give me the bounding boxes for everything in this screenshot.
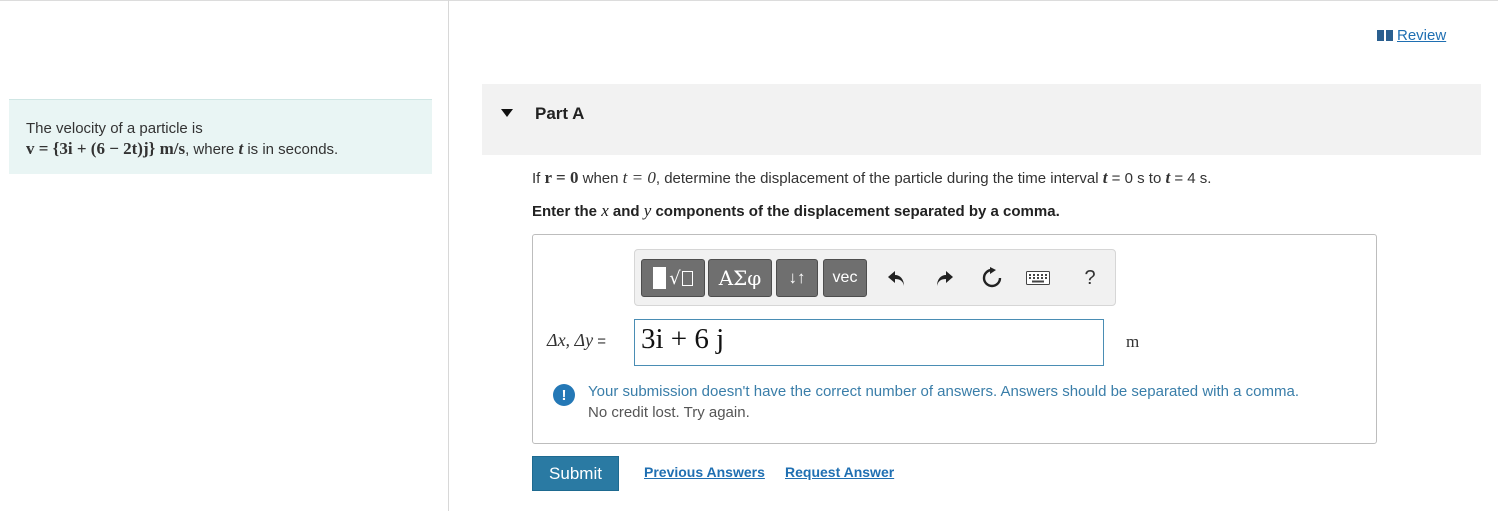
redo-icon[interactable] xyxy=(931,265,957,291)
math-toolbar: √ ΑΣφ ↓↑ vec ? xyxy=(634,249,1116,306)
question-text: If r = 0 when t = 0, determine the displ… xyxy=(532,168,1211,188)
velocity-formula: v = {3i + (6 − 2t)j} m/s xyxy=(26,139,186,158)
instruction-x: x xyxy=(601,201,609,220)
problem-suffix-1: , where xyxy=(185,141,239,158)
question-p2: when xyxy=(578,170,623,187)
instruction-p3: components of the displacement separated… xyxy=(651,203,1060,220)
keyboard-icon[interactable] xyxy=(1025,265,1051,291)
submit-button[interactable]: Submit xyxy=(532,456,619,491)
time-end: = 4 s xyxy=(1170,170,1208,187)
answer-label-math: Δx, Δy xyxy=(547,330,594,350)
greek-letters-button[interactable]: ΑΣφ xyxy=(708,259,772,297)
part-title: Part A xyxy=(535,104,585,123)
review-link[interactable]: Review xyxy=(1377,27,1446,44)
review-label: Review xyxy=(1397,27,1447,44)
condition-r: r = 0 xyxy=(544,168,579,187)
instruction-p1: Enter the xyxy=(532,203,602,220)
feedback-credit: No credit lost. Try again. xyxy=(588,404,750,421)
subscript-superscript-button[interactable]: ↓↑ xyxy=(776,259,818,297)
problem-statement: The velocity of a particle is v = {3i + … xyxy=(9,99,432,174)
reset-icon[interactable] xyxy=(979,265,1005,291)
warning-icon: ! xyxy=(553,384,575,406)
feedback-message: Your submission doesn't have the correct… xyxy=(588,383,1300,400)
templates-button[interactable]: √ xyxy=(641,259,705,297)
answer-input[interactable]: 3i + 6 j xyxy=(634,319,1104,366)
answer-label: Δx, Δy = xyxy=(547,330,606,351)
condition-t: t = 0 xyxy=(622,168,656,187)
answer-box: √ ΑΣφ ↓↑ vec ? Δx, Δy = 3i + 6 j m ! You… xyxy=(532,234,1377,444)
answer-label-eq: = xyxy=(593,333,607,350)
request-answer-link[interactable]: Request Answer xyxy=(785,464,894,480)
help-icon[interactable]: ? xyxy=(1077,265,1103,291)
answer-unit: m xyxy=(1126,332,1140,351)
question-p3: , determine the displacement of the part… xyxy=(655,170,1103,187)
vector-button[interactable]: vec xyxy=(823,259,867,297)
templates-icon: √ xyxy=(653,267,693,289)
previous-answers-link[interactable]: Previous Answers xyxy=(644,464,765,480)
question-p1: If xyxy=(532,170,545,187)
problem-suffix-2: is in seconds. xyxy=(243,141,339,158)
instruction-p2: and xyxy=(608,203,644,220)
caret-down-icon[interactable] xyxy=(501,109,513,117)
panel-divider xyxy=(448,0,449,511)
part-a-header[interactable]: Part A xyxy=(482,84,1481,155)
problem-intro: The velocity of a particle is xyxy=(26,120,203,137)
top-rule xyxy=(0,0,1498,1)
book-icon xyxy=(1377,30,1393,41)
time-start: = 0 s to xyxy=(1107,170,1166,187)
question-p4: . xyxy=(1207,170,1212,187)
undo-icon[interactable] xyxy=(884,265,910,291)
instruction-text: Enter the x and y components of the disp… xyxy=(532,201,1060,221)
problem-formula-line: v = {3i + (6 − 2t)j} m/s, where t is in … xyxy=(26,139,416,160)
